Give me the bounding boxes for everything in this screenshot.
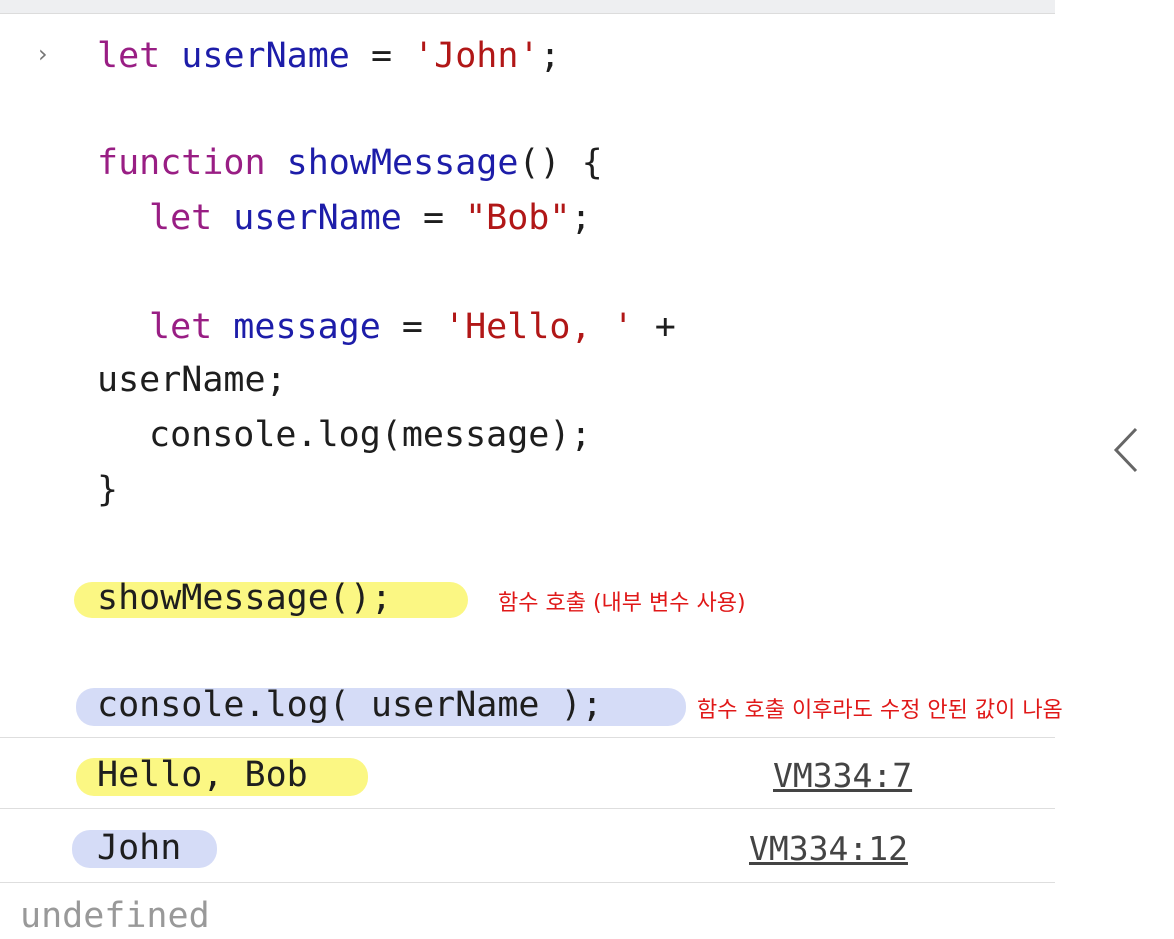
identifier: userName xyxy=(233,198,402,238)
source-link[interactable]: VM334:12 xyxy=(749,826,908,872)
terminator: ; xyxy=(570,198,592,238)
annotation-log-note: 함수 호출 이후라도 수정 안된 값이 나옴 xyxy=(697,698,1063,723)
identifier: showMessage xyxy=(286,143,519,183)
identifier: message xyxy=(233,307,381,347)
annotation-call-note: 함수 호출 (내부 변수 사용) xyxy=(498,591,746,616)
operator: = xyxy=(401,198,466,238)
string-literal: 'Hello, ' xyxy=(444,307,634,347)
output-divider xyxy=(0,808,1055,809)
keyword: let xyxy=(97,36,161,76)
source-link[interactable]: VM334:7 xyxy=(773,753,912,799)
code-line-4[interactable]: let message = 'Hello, ' + xyxy=(149,304,676,350)
identifier: userName xyxy=(181,36,350,76)
output-text: John xyxy=(97,828,182,868)
terminator: ; xyxy=(539,36,561,76)
output-divider xyxy=(0,882,1055,883)
code-line-2[interactable]: function showMessage() { xyxy=(97,140,603,186)
string-literal: "Bob" xyxy=(465,198,571,238)
code-line-6[interactable]: console.log(message); xyxy=(149,412,592,458)
keyword: let xyxy=(149,307,213,347)
code-line-8[interactable]: showMessage(); xyxy=(97,575,392,621)
code-line-1[interactable]: let userName = 'John'; xyxy=(97,33,561,79)
punctuation: () { xyxy=(518,143,603,183)
devtools-console: › let userName = 'John'; function showMe… xyxy=(0,0,1055,936)
string-literal: 'John' xyxy=(413,36,540,76)
output-divider xyxy=(0,737,1055,738)
operator: = xyxy=(349,36,414,76)
keyword: let xyxy=(149,198,213,238)
code-line-5[interactable]: userName; xyxy=(97,357,287,403)
console-top-strip xyxy=(0,0,1055,14)
code-line-7[interactable]: } xyxy=(97,467,118,513)
code-line-3[interactable]: let userName = "Bob"; xyxy=(149,195,592,241)
collapse-chevron-icon[interactable] xyxy=(1110,425,1150,475)
keyword: function xyxy=(97,143,266,183)
operator: + xyxy=(633,307,676,347)
code-line-9[interactable]: console.log( userName ); xyxy=(97,682,603,728)
output-text: Hello, Bob xyxy=(97,755,308,795)
operator: = xyxy=(380,307,445,347)
prompt-chevron-icon: › xyxy=(38,40,48,68)
return-value: undefined xyxy=(20,896,210,936)
